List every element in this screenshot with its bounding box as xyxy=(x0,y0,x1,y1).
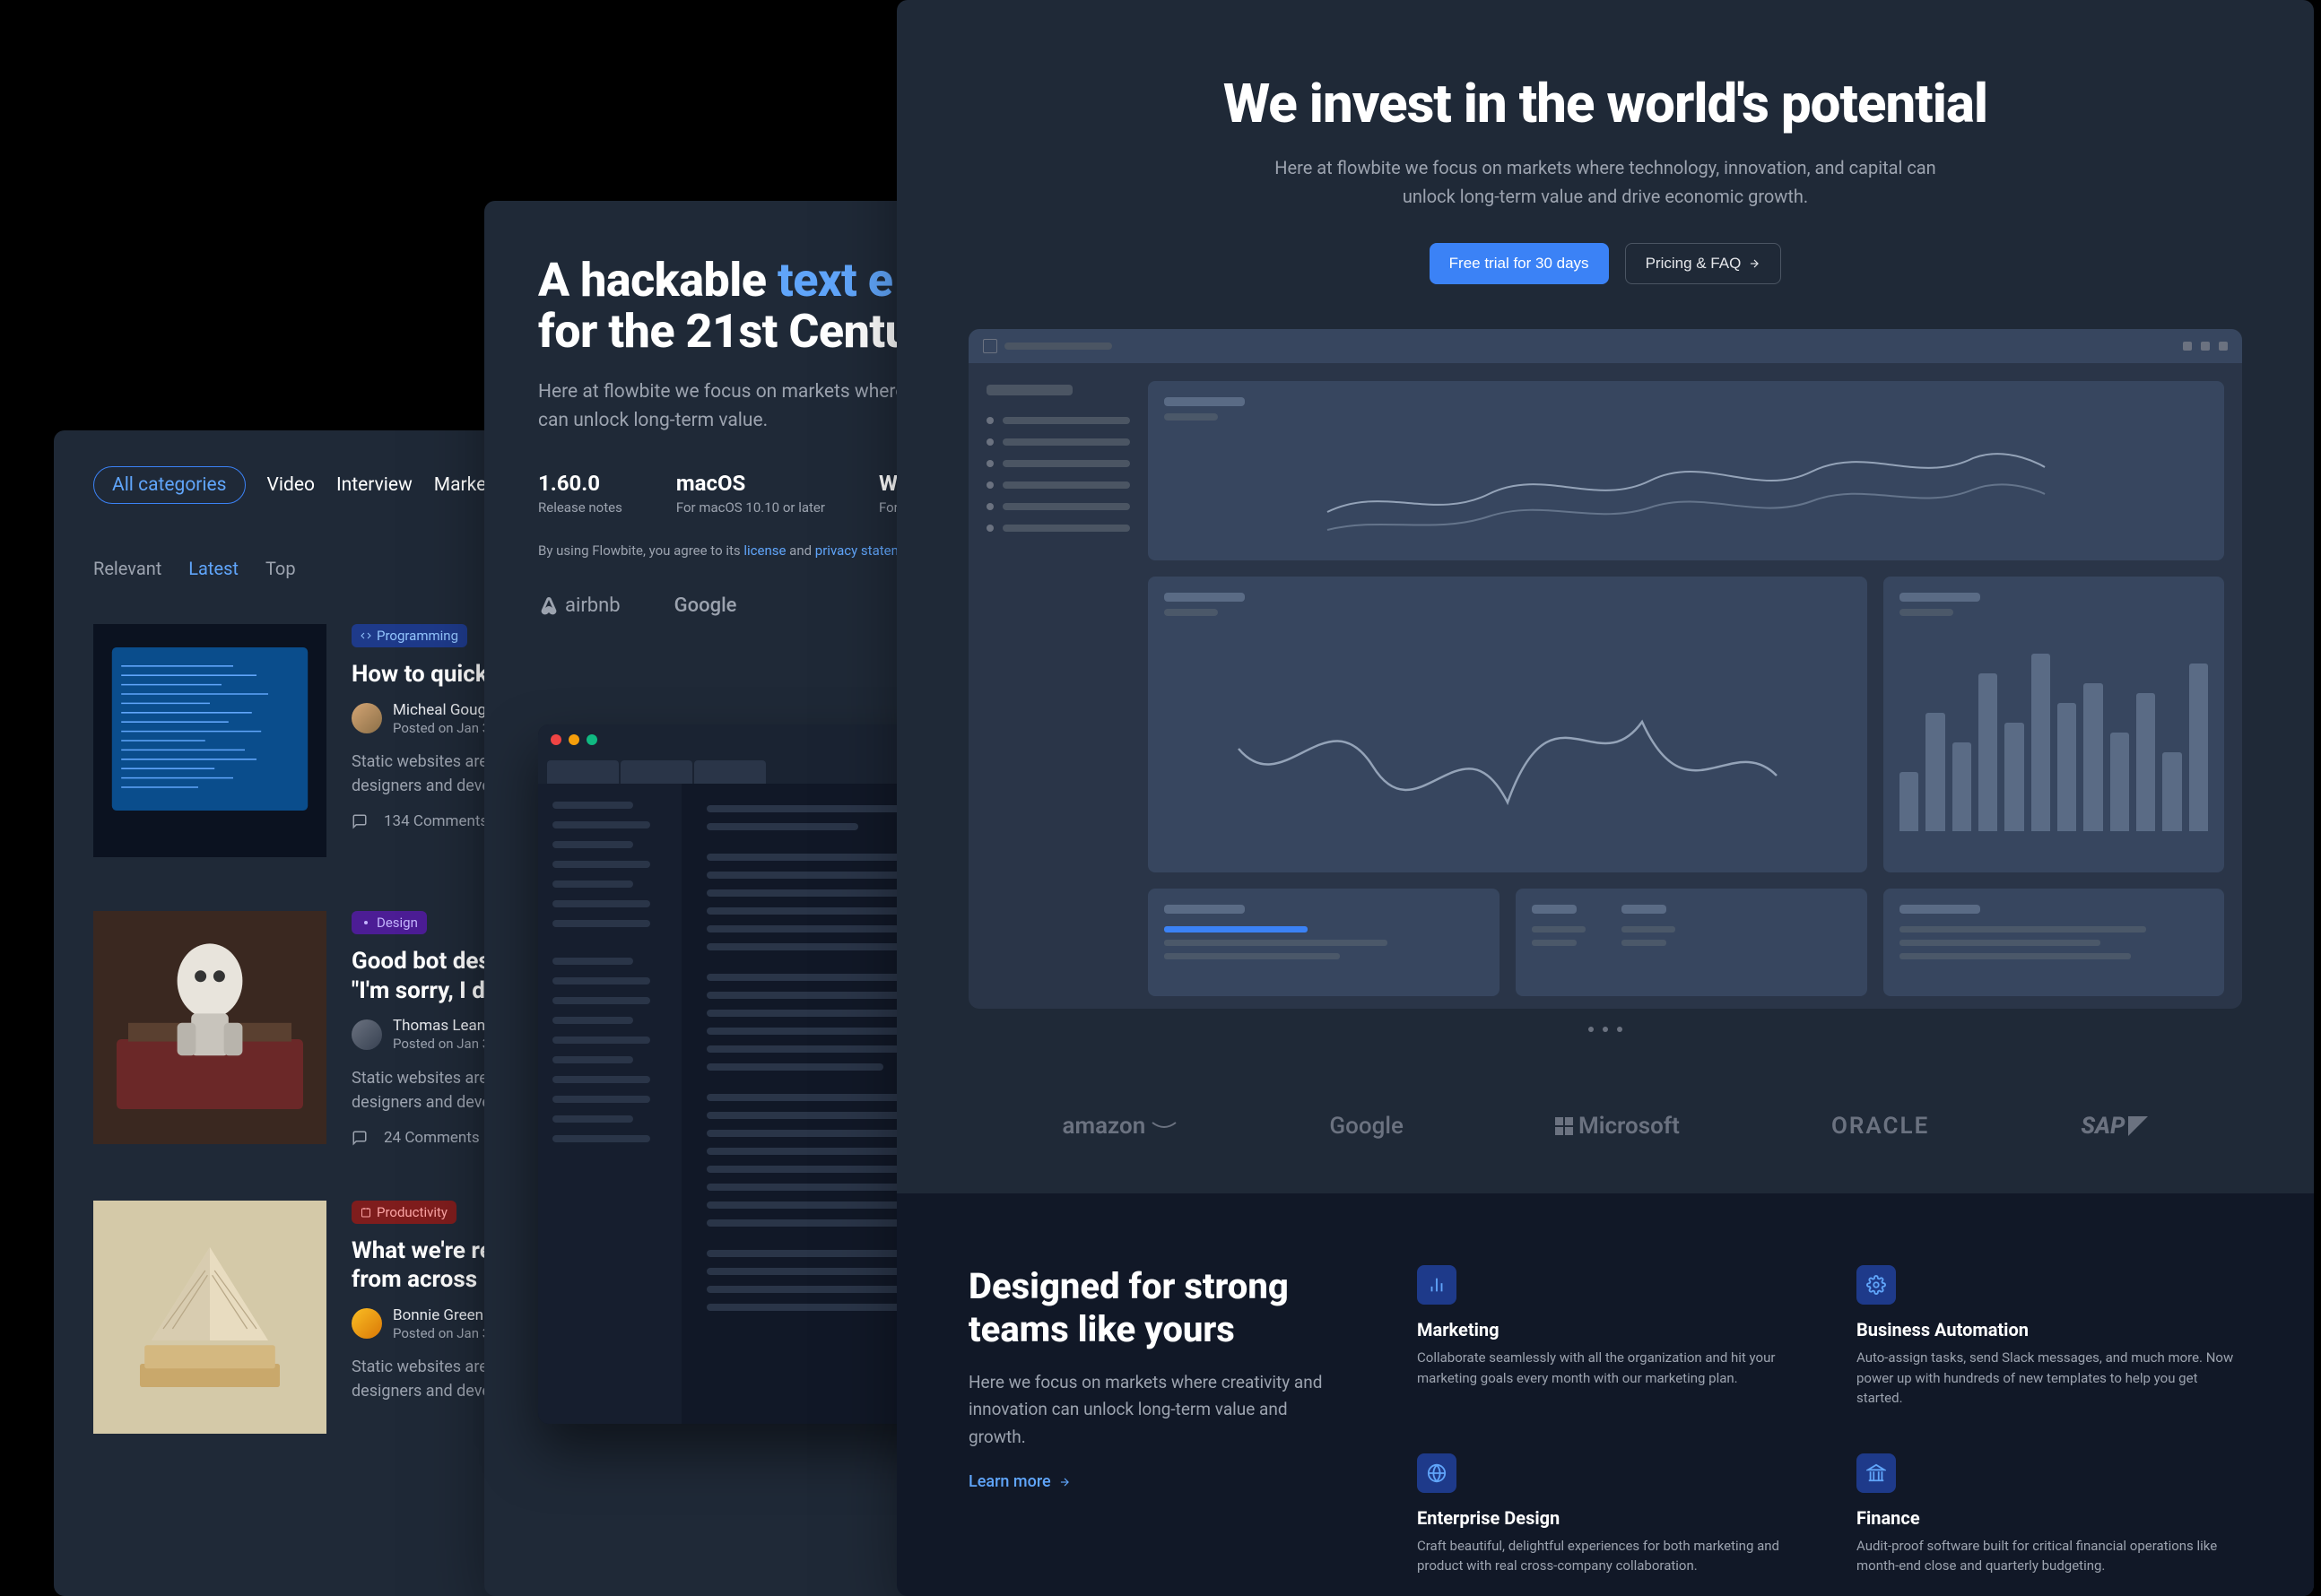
carousel-dot[interactable] xyxy=(1588,1027,1594,1032)
sidebar-item[interactable] xyxy=(987,503,1130,510)
dashboard-sidebar xyxy=(969,363,1148,1009)
google-logo: Google xyxy=(1329,1113,1404,1140)
chart-panel-bars xyxy=(1883,577,2224,872)
maximize-dot-icon[interactable] xyxy=(587,734,597,745)
microsoft-logo: Microsoft xyxy=(1555,1113,1680,1140)
minimize-dot-icon[interactable] xyxy=(569,734,579,745)
avatar xyxy=(352,1308,382,1339)
hero-title: We invest in the world's potential xyxy=(969,72,2242,135)
airbnb-logo: airbnb xyxy=(538,594,621,617)
features-heading: Designed for strong teams like yours xyxy=(969,1265,1345,1351)
comments-count: 24 Comments xyxy=(384,1129,480,1147)
learn-more-link[interactable]: Learn more xyxy=(969,1472,1071,1491)
chart-panel-top xyxy=(1148,381,2224,560)
comments-count: 134 Comments xyxy=(384,812,488,830)
oracle-logo: ORACLE xyxy=(1831,1113,1929,1140)
sidebar-item[interactable] xyxy=(987,525,1130,532)
avatar xyxy=(352,703,382,733)
stat-panel xyxy=(1148,889,1500,996)
feature-finance: FinanceAudit-proof software built for cr… xyxy=(1856,1453,2242,1576)
feature-design: Enterprise DesignCraft beautiful, deligh… xyxy=(1417,1453,1803,1576)
pricing-button[interactable]: Pricing & FAQ xyxy=(1625,243,1782,284)
cta-row: Free trial for 30 days Pricing & FAQ xyxy=(969,243,2242,284)
free-trial-button[interactable]: Free trial for 30 days xyxy=(1430,243,1609,284)
google-logo: Google xyxy=(674,594,737,617)
carousel-dot[interactable] xyxy=(1617,1027,1622,1032)
editor-tab[interactable] xyxy=(547,760,619,784)
post-thumbnail xyxy=(93,1201,326,1434)
editor-tab[interactable] xyxy=(694,760,766,784)
sidebar-item[interactable] xyxy=(987,438,1130,446)
feature-marketing: MarketingCollaborate seamlessly with all… xyxy=(1417,1265,1803,1409)
chart-panel-wave xyxy=(1148,577,1867,872)
download-mac[interactable]: macOSFor macOS 10.10 or later xyxy=(676,471,825,516)
dashboard-main xyxy=(1148,363,2242,1009)
globe-icon xyxy=(1417,1453,1456,1493)
license-link[interactable]: license xyxy=(743,542,786,559)
partner-logos: amazon Google Microsoft ORACLE SAP xyxy=(897,1086,2314,1193)
landing-card: We invest in the world's potential Here … xyxy=(897,0,2314,1596)
category-interview[interactable]: Interview xyxy=(336,474,413,496)
sort-latest[interactable]: Latest xyxy=(188,558,239,579)
category-chip-all[interactable]: All categories xyxy=(93,466,246,504)
sort-top[interactable]: Top xyxy=(265,558,296,579)
sidebar-item[interactable] xyxy=(987,481,1130,489)
editor-sidebar xyxy=(538,784,682,1424)
post-badge-productivity: Productivity xyxy=(352,1201,456,1224)
stat-panel xyxy=(1883,889,2224,996)
topbar-left-icon xyxy=(983,339,997,353)
post-thumbnail xyxy=(93,624,326,857)
carousel-dot[interactable] xyxy=(1603,1027,1608,1032)
download-version[interactable]: 1.60.0Release notes xyxy=(538,471,622,516)
topbar-icon[interactable] xyxy=(2183,342,2192,351)
dashboard-mockup xyxy=(969,329,2242,1009)
gear-icon xyxy=(1856,1265,1896,1305)
features-section: Designed for strong teams like yours Her… xyxy=(897,1193,2314,1596)
post-badge-programming: Programming xyxy=(352,624,467,647)
category-video[interactable]: Video xyxy=(267,474,315,496)
arrow-right-icon xyxy=(1058,1476,1071,1488)
post-badge-design: Design xyxy=(352,911,427,934)
hero-section: We invest in the world's potential Here … xyxy=(897,0,2314,329)
sidebar-item[interactable] xyxy=(987,460,1130,467)
comments-icon[interactable] xyxy=(352,813,368,829)
sidebar-item[interactable] xyxy=(987,417,1130,424)
avatar xyxy=(352,1019,382,1050)
sort-relevant[interactable]: Relevant xyxy=(93,558,161,579)
post-thumbnail xyxy=(93,911,326,1144)
editor-tab[interactable] xyxy=(621,760,692,784)
arrow-right-icon xyxy=(1748,257,1760,270)
topbar-icon[interactable] xyxy=(2201,342,2210,351)
dashboard-topbar xyxy=(969,329,2242,363)
hero-subtitle: Here at flowbite we focus on markets whe… xyxy=(1265,153,1946,211)
topbar-icon[interactable] xyxy=(2219,342,2228,351)
features-subheading: Here we focus on markets where creativit… xyxy=(969,1369,1345,1451)
dashboard-wrapper xyxy=(897,329,2314,1086)
sap-logo: SAP xyxy=(2081,1113,2148,1140)
chart-icon xyxy=(1417,1265,1456,1305)
comments-icon[interactable] xyxy=(352,1130,368,1146)
close-dot-icon[interactable] xyxy=(551,734,561,745)
stat-panel xyxy=(1516,889,1867,996)
feature-automation: Business AutomationAuto-assign tasks, se… xyxy=(1856,1265,2242,1409)
bank-icon xyxy=(1856,1453,1896,1493)
amazon-logo: amazon xyxy=(1063,1113,1178,1140)
